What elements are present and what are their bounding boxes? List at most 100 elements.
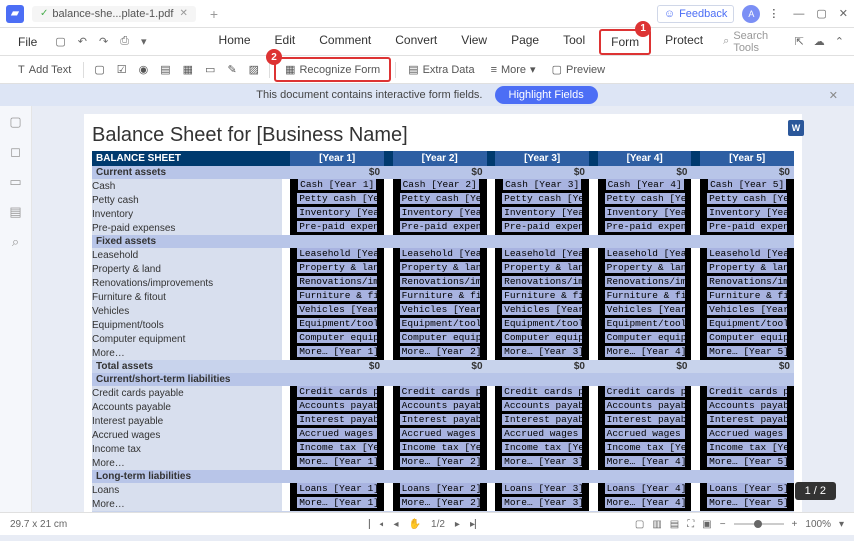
fit-page-icon[interactable]: ▣ (702, 519, 711, 530)
form-field[interactable]: Income tax [Year (502, 442, 582, 453)
form-field[interactable]: Furniture & fitout [Year (707, 290, 787, 301)
field-cell[interactable]: Petty cash [Year (393, 193, 487, 207)
feedback-button[interactable]: ☺ Feedback (657, 5, 735, 23)
field-cell[interactable]: Credit cards paya (393, 386, 487, 400)
menu-home[interactable]: Home (209, 29, 261, 55)
menu-page[interactable]: Page (501, 29, 549, 55)
chevron-down-icon[interactable]: ▾ (139, 33, 149, 50)
form-field[interactable]: More… [Year 2]_2 (400, 497, 480, 508)
field-cell[interactable]: More… [Year 2]_2 (393, 497, 487, 511)
field-cell[interactable]: Cash [Year 4] (598, 179, 692, 193)
field-cell[interactable]: Credit cards paya (290, 386, 384, 400)
search-panel-icon[interactable]: ⌕ (12, 234, 19, 250)
form-field[interactable]: Accrued wages [Year 5] (707, 428, 787, 439)
form-field[interactable]: Pre-paid expenses [Year (707, 221, 787, 232)
form-field[interactable]: Income tax [Year (400, 442, 480, 453)
field-cell[interactable]: More… [Year 5]_2 (700, 497, 794, 511)
document-tab[interactable]: ✓ balance-she...plate-1.pdf ✕ (32, 6, 196, 22)
bookmarks-icon[interactable]: ◻ (10, 144, 21, 160)
recognize-form-button[interactable]: ▦Recognize Form (277, 60, 388, 79)
form-field[interactable]: Petty cash [Year (605, 193, 685, 204)
field-cell[interactable]: Equipment/tools [ (290, 318, 384, 332)
form-field[interactable]: Inventory [Year 4 (605, 207, 685, 218)
view-icon-1[interactable]: ▢ (635, 519, 644, 530)
file-menu[interactable]: File (10, 32, 45, 52)
form-field[interactable]: Accounts payable (297, 400, 377, 411)
listbox-tool[interactable]: ▦ (177, 60, 199, 79)
menu-comment[interactable]: Comment (309, 29, 381, 55)
field-cell[interactable]: Income tax [Year (290, 442, 384, 456)
outline-icon[interactable]: ▭ (9, 174, 21, 190)
maximize-button[interactable]: ▢ (816, 7, 826, 20)
form-field[interactable]: Accounts payable (502, 400, 582, 411)
form-field[interactable]: Computer equipmen (297, 332, 377, 343)
form-field[interactable]: Petty cash [Year (502, 193, 582, 204)
next-page-icon[interactable]: ▸ (455, 519, 460, 530)
form-field[interactable]: Loans [Year 1] (297, 483, 377, 494)
form-field[interactable]: Interest payable (502, 414, 582, 425)
field-cell[interactable]: Income tax [Year (598, 442, 692, 456)
field-cell[interactable]: Renovations/improvement (700, 276, 794, 290)
field-cell[interactable]: Equipment/tools [ (393, 318, 487, 332)
field-cell[interactable]: Pre-paid expenses (393, 221, 487, 235)
form-field[interactable]: Equipment/tools [Year 5 (707, 318, 787, 329)
field-cell[interactable]: Inventory [Year 2 (393, 207, 487, 221)
field-cell[interactable]: Inventory [Year 1 (290, 207, 384, 221)
cloud-icon[interactable]: ☁ (814, 35, 825, 48)
form-field[interactable]: Cash [Year 3] (503, 179, 581, 190)
form-field[interactable]: Furniture & fitou (400, 290, 480, 301)
field-cell[interactable]: Property & land [ (598, 262, 692, 276)
zoom-value[interactable]: 100% (805, 519, 831, 530)
menu-tool[interactable]: Tool (553, 29, 595, 55)
search-tools[interactable]: ⌕ Search Tools (723, 30, 794, 54)
field-cell[interactable]: Inventory [Year 5] (700, 207, 794, 221)
text-field-tool[interactable]: ▢ (88, 60, 110, 79)
form-field[interactable]: Property & land [ (605, 262, 685, 273)
form-field[interactable]: Cash [Year 2] (401, 179, 479, 190)
form-field[interactable]: Cash [Year 4] (606, 179, 684, 190)
combobox-tool[interactable]: ▤ (154, 60, 176, 79)
field-cell[interactable]: Loans [Year 3] (495, 483, 589, 497)
form-field[interactable]: More… [Year 3] (502, 346, 582, 357)
form-field[interactable]: Property & land [ (502, 262, 582, 273)
field-cell[interactable]: Income tax [Year 5] (700, 442, 794, 456)
form-field[interactable]: Leasehold [Year 1 (297, 248, 377, 259)
prev-page-icon[interactable]: ◂ (394, 519, 399, 530)
field-cell[interactable]: Credit cards paya (495, 386, 589, 400)
form-field[interactable]: Cash [Year 1] (298, 179, 376, 190)
menu-form[interactable]: Form1 (599, 29, 651, 55)
field-cell[interactable]: Furniture & fitou (290, 290, 384, 304)
form-field[interactable]: Credit cards paya (605, 386, 685, 397)
form-field[interactable]: Income tax [Year (297, 442, 377, 453)
signature-tool[interactable]: ✎ (221, 60, 242, 79)
extra-data-button[interactable]: ▤Extra Data (400, 60, 482, 79)
chevron-up-icon[interactable]: ⌃ (835, 35, 844, 48)
field-cell[interactable]: Leasehold [Year 5] (700, 248, 794, 262)
field-cell[interactable]: More… [Year 1]_2 (290, 497, 384, 511)
first-page-icon[interactable]: ⎸◂ (369, 519, 384, 530)
form-field[interactable]: Inventory [Year 5] (707, 207, 787, 218)
close-button[interactable]: ✕ (839, 7, 848, 20)
field-cell[interactable]: Income tax [Year (393, 442, 487, 456)
redo-icon[interactable]: ↷ (97, 33, 110, 50)
form-field[interactable]: Pre-paid expenses (297, 221, 377, 232)
field-cell[interactable]: Pre-paid expenses (290, 221, 384, 235)
minimize-button[interactable]: — (793, 8, 804, 20)
form-field[interactable]: Property & land [ (400, 262, 480, 273)
field-cell[interactable]: Credit cards payable [Y (700, 386, 794, 400)
field-cell[interactable]: Petty cash [Year (495, 193, 589, 207)
field-cell[interactable]: Leasehold [Year 4 (598, 248, 692, 262)
kebab-icon[interactable]: ⋮ (768, 7, 779, 20)
field-cell[interactable]: Cash [Year 3] (495, 179, 589, 193)
form-field[interactable]: Vehicles [Year 2] (400, 304, 480, 315)
form-field[interactable]: Leasehold [Year 2 (400, 248, 480, 259)
highlight-fields-button[interactable]: Highlight Fields (495, 86, 598, 104)
field-cell[interactable]: Accounts payable [Year (700, 400, 794, 414)
field-cell[interactable]: More… [Year 2] (393, 346, 487, 360)
fit-width-icon[interactable]: ⛶ (687, 519, 694, 530)
field-cell[interactable]: Vehicles [Year 3] (495, 304, 589, 318)
field-cell[interactable]: Income tax [Year (495, 442, 589, 456)
form-field[interactable]: Petty cash [Year (400, 193, 480, 204)
form-field[interactable]: Leasehold [Year 4 (605, 248, 685, 259)
last-page-icon[interactable]: ▸⎸ (470, 519, 485, 530)
